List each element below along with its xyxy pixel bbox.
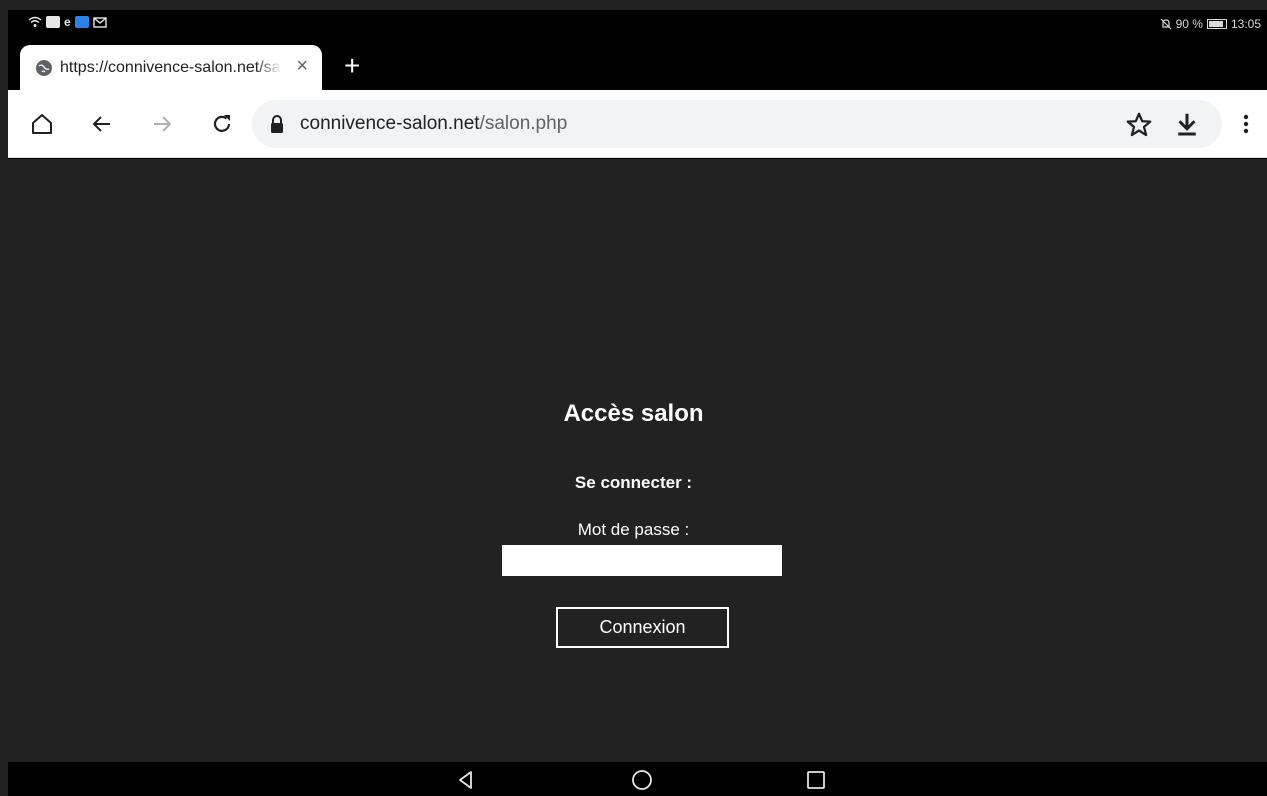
status-icons-left: e: [28, 16, 107, 28]
password-input[interactable]: [502, 545, 782, 576]
page-content: Accès salon Se connecter : Mot de passe …: [8, 159, 1267, 762]
reload-button[interactable]: [206, 108, 238, 140]
url-domain: connivence-salon.net: [300, 113, 480, 134]
nav-back-icon[interactable]: [454, 768, 478, 792]
home-icon: [32, 114, 52, 134]
screen-frame: e 90 % 13:05 https://connivence-salon.ne…: [0, 0, 1267, 796]
address-bar[interactable]: connivence-salon.net/salon.php: [252, 100, 1222, 148]
nav-recents-icon[interactable]: [804, 768, 828, 792]
reload-icon: [213, 115, 231, 132]
battery-icon: [1206, 19, 1227, 29]
youtube-icon: [46, 16, 60, 28]
mail-icon: [92, 17, 107, 28]
app-icon: [74, 16, 89, 28]
home-button[interactable]: [26, 108, 58, 140]
lock-icon[interactable]: [268, 114, 286, 134]
edge-icon: e: [64, 15, 71, 29]
back-button[interactable]: [86, 108, 118, 140]
forward-button[interactable]: [146, 108, 178, 140]
nav-home-icon[interactable]: [630, 768, 654, 792]
url-path: /salon.php: [479, 113, 568, 134]
browser-tab[interactable]: https://connivence-salon.net/salon.php ×: [20, 45, 322, 90]
wifi-icon: [28, 16, 42, 27]
tab-title: https://connivence-salon.net/salon.php: [60, 58, 282, 76]
password-label: Mot de passe :: [577, 520, 690, 539]
new-tab-button[interactable]: +: [344, 52, 360, 80]
url-text[interactable]: connivence-salon.net/salon.php: [300, 113, 567, 135]
battery-level: [1208, 21, 1224, 27]
connexion-button[interactable]: Connexion: [556, 607, 729, 648]
tablet-screen: e 90 % 13:05 https://connivence-salon.ne…: [8, 10, 1267, 796]
bookmark-star-icon[interactable]: [1124, 110, 1154, 140]
section-label: Se connecter :: [574, 473, 693, 492]
browser-toolbar: connivence-salon.net/salon.php: [8, 90, 1267, 158]
close-tab-icon[interactable]: ×: [296, 56, 308, 76]
status-icons-right: 90 % 13:05: [1160, 17, 1261, 31]
page-title: Accès salon: [563, 400, 704, 427]
arrow-forward-icon: [154, 116, 172, 132]
arrow-back-icon: [92, 116, 110, 132]
download-icon[interactable]: [1172, 110, 1202, 140]
battery-percent: 90 %: [1175, 17, 1203, 31]
globe-icon: [36, 59, 52, 76]
status-bar: e 90 % 13:05: [8, 10, 1267, 40]
more-vert-icon[interactable]: [1236, 108, 1256, 140]
clock: 13:05: [1230, 17, 1261, 31]
notifications-off-icon: [1160, 18, 1172, 30]
tab-strip: https://connivence-salon.net/salon.php ×…: [8, 40, 1267, 90]
system-nav-bar: [8, 762, 1267, 796]
